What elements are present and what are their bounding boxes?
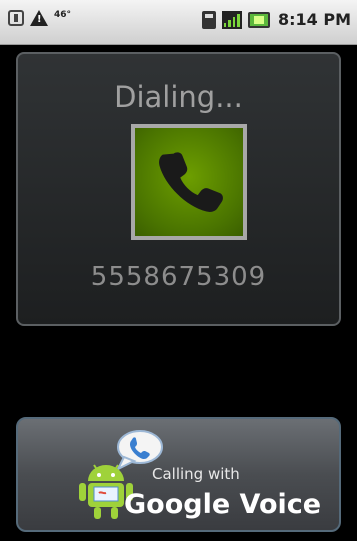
call-icon-frame [131,124,247,240]
temperature-label: 46° [54,10,72,20]
status-right: 8:14 PM [201,10,351,29]
sd-card-icon [201,10,216,29]
call-card: Dialing... 5558675309 [16,52,341,326]
calling-with-label: Calling with [152,465,240,483]
warning-icon: ! [30,10,48,26]
call-status: Dialing... [114,80,243,114]
clock: 8:14 PM [277,10,351,29]
google-voice-button[interactable]: Calling with Google Voice [16,417,341,532]
signal-icon [221,10,242,29]
battery-icon [247,11,270,28]
phone-handset-icon [159,152,223,212]
usb-icon [8,10,24,26]
dialed-number: 5558675309 [90,262,267,292]
call-icon-background [135,128,243,236]
status-left: ! 46° [8,10,71,26]
status-bar: ! 46° 8:14 PM [0,0,357,45]
google-voice-label: Google Voice [124,489,322,520]
